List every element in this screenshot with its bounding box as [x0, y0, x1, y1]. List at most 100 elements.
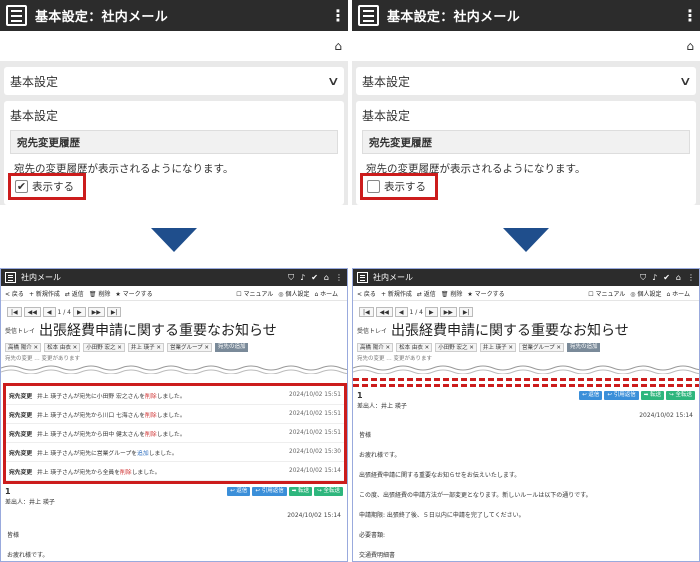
show-history-checkbox[interactable]: 表示する: [360, 173, 438, 200]
recipient-chip[interactable]: 高橋 陽介 ✕: [5, 342, 42, 352]
next-page-button[interactable]: ▶: [72, 307, 86, 317]
history-tag[interactable]: 宛先の追加: [214, 342, 249, 352]
quote-reply-button[interactable]: ↩ 引用返信: [252, 486, 287, 496]
page-title: 基本設定：社内メール: [35, 10, 169, 25]
quote-reply-button[interactable]: ↩ 引用返信: [604, 390, 639, 400]
last-page-button[interactable]: ▶|: [458, 307, 474, 317]
prev-fast-button[interactable]: ◀◀: [375, 307, 393, 317]
forward-button[interactable]: ➡ 転送: [288, 486, 313, 496]
folder-label: 受信トレイ: [5, 327, 36, 335]
history-kind: 宛先変更: [9, 431, 33, 438]
body-line: 交通費明細書: [359, 552, 396, 559]
prev-fast-button[interactable]: ◀◀: [23, 307, 41, 317]
history-text: 井上 瑛子さんが宛先に営業グループを: [37, 450, 138, 457]
page-indicator: 1 / 4: [409, 308, 423, 316]
delete-button[interactable]: 🗑 削除: [441, 289, 463, 298]
compose-button[interactable]: + 新規作成: [381, 289, 412, 298]
more-icon[interactable]: ⋮: [330, 7, 346, 24]
bell-icon[interactable]: ♪: [300, 273, 305, 282]
recipient-chip[interactable]: 高橋 陽介 ✕: [357, 342, 394, 352]
recipient-list: 高橋 陽介 ✕ 松本 由衣 ✕ 小田野 宏之 ✕ 井上 瑛子 ✕ 営業グループ …: [353, 340, 699, 354]
mail-subject: 出張経費申請に関する重要なお知らせ: [391, 323, 629, 339]
shield-icon[interactable]: ⛉: [640, 273, 646, 283]
mark-button[interactable]: ★ マークする: [115, 289, 152, 298]
history-kind: 宛先変更: [9, 393, 33, 400]
history-tag[interactable]: 宛先の追加: [566, 342, 601, 352]
reply-button[interactable]: ⇄ 返信: [417, 289, 436, 298]
history-suffix: しました。: [148, 450, 178, 457]
recipient-chip[interactable]: 井上 瑛子 ✕: [479, 342, 516, 352]
down-arrow-icon: [503, 228, 549, 252]
delete-button[interactable]: 🗑 削除: [89, 289, 111, 298]
menu-icon[interactable]: [358, 5, 379, 26]
recipient-chip[interactable]: 営業グループ ✕: [518, 342, 564, 352]
personal-settings-link[interactable]: ◎ 個人設定: [630, 289, 661, 298]
more-icon[interactable]: ⋮: [682, 7, 698, 24]
more-icon[interactable]: ⋮: [687, 273, 695, 282]
prev-page-button[interactable]: ◀: [42, 307, 56, 317]
next-fast-button[interactable]: ▶▶: [87, 307, 105, 317]
home-link[interactable]: ⌂ ホーム: [666, 289, 690, 298]
bell-icon[interactable]: ♪: [652, 273, 657, 282]
accordion-basic-settings[interactable]: 基本設定 ∨: [4, 67, 344, 95]
next-page-button[interactable]: ▶: [424, 307, 438, 317]
home-icon[interactable]: ⌂: [676, 273, 681, 282]
history-kind: 宛先変更: [9, 412, 33, 419]
back-button[interactable]: < 戻る: [357, 289, 376, 298]
check-icon[interactable]: ✔: [311, 273, 318, 282]
chevron-down-icon: ∨: [679, 74, 693, 88]
reply-button[interactable]: ⇄ 返信: [65, 289, 84, 298]
recipient-chip[interactable]: 松本 由衣 ✕: [396, 342, 433, 352]
menu-icon[interactable]: [6, 5, 27, 26]
history-suffix: しました。: [131, 469, 161, 476]
checkbox-checked-icon[interactable]: ✔: [15, 180, 28, 193]
menu-icon[interactable]: [5, 272, 16, 283]
history-action: 削除: [145, 412, 157, 419]
app-title: 社内メール: [21, 273, 61, 282]
hidden-history-marker: [353, 378, 699, 387]
message-number: 1: [5, 486, 11, 496]
recipient-chip[interactable]: 井上 瑛子 ✕: [127, 342, 164, 352]
recipient-chip[interactable]: 松本 由衣 ✕: [44, 342, 81, 352]
manual-link[interactable]: ☐ マニュアル: [236, 289, 273, 298]
shield-icon[interactable]: ⛉: [288, 273, 294, 283]
last-page-button[interactable]: ▶|: [106, 307, 122, 317]
title-bar: 基本設定：社内メール ⋮: [352, 0, 700, 31]
forward-button[interactable]: ➡ 転送: [640, 390, 665, 400]
message-number: 1: [357, 390, 363, 400]
settings-screen-left: 基本設定：社内メール ⋮ ⌂ 基本設定 ∨ 基本設定 宛先変更履歴 宛先の変更履…: [0, 0, 348, 205]
first-page-button[interactable]: |◀: [7, 307, 22, 317]
compose-button[interactable]: + 新規作成: [29, 289, 60, 298]
checkbox-unchecked-icon[interactable]: [367, 180, 380, 193]
message-block: 1 ↩ 返信 ↩ 引用返信 ➡ 転送 ↪ 全転送 差出人：井上 瑛子 2024/…: [353, 389, 699, 559]
manual-link[interactable]: ☐ マニュアル: [588, 289, 625, 298]
personal-settings-link[interactable]: ◎ 個人設定: [278, 289, 309, 298]
mail-toolbar: < 戻る + 新規作成 ⇄ 返信 🗑 削除 ★ マークする ☐ マニュアル ◎ …: [1, 286, 347, 301]
mark-button[interactable]: ★ マークする: [467, 289, 504, 298]
home-icon[interactable]: ⌂: [324, 273, 329, 282]
more-icon[interactable]: ⋮: [335, 273, 343, 282]
pager: |◀ ◀◀ ◀ 1 / 4 ▶ ▶▶ ▶|: [1, 304, 347, 320]
check-icon[interactable]: ✔: [663, 273, 670, 282]
home-icon[interactable]: ⌂: [686, 39, 694, 53]
accordion-basic-settings[interactable]: 基本設定 ∨: [356, 67, 696, 95]
reply-button[interactable]: ↩ 返信: [227, 486, 251, 496]
forward-all-button[interactable]: ↪ 全転送: [666, 390, 695, 400]
history-action: 削除: [120, 469, 132, 476]
recipient-chip[interactable]: 営業グループ ✕: [166, 342, 212, 352]
recipient-chip[interactable]: 小田野 宏之 ✕: [83, 342, 125, 352]
prev-page-button[interactable]: ◀: [394, 307, 408, 317]
reply-button[interactable]: ↩ 返信: [579, 390, 603, 400]
history-row: 宛先変更 井上 瑛子さんが宛先から川口 七海さんを削除しました。 2024/10/0…: [6, 405, 344, 424]
next-fast-button[interactable]: ▶▶: [439, 307, 457, 317]
first-page-button[interactable]: |◀: [359, 307, 374, 317]
home-link[interactable]: ⌂ ホーム: [314, 289, 338, 298]
home-icon[interactable]: ⌂: [334, 39, 342, 53]
forward-all-button[interactable]: ↪ 全転送: [314, 486, 343, 496]
show-history-checkbox[interactable]: ✔ 表示する: [8, 173, 86, 200]
menu-icon[interactable]: [357, 272, 368, 283]
back-button[interactable]: < 戻る: [5, 289, 24, 298]
body-line: お疲れ様です。: [359, 452, 401, 459]
recipient-chip[interactable]: 小田野 宏之 ✕: [435, 342, 477, 352]
checkbox-label: 表示する: [384, 181, 426, 193]
